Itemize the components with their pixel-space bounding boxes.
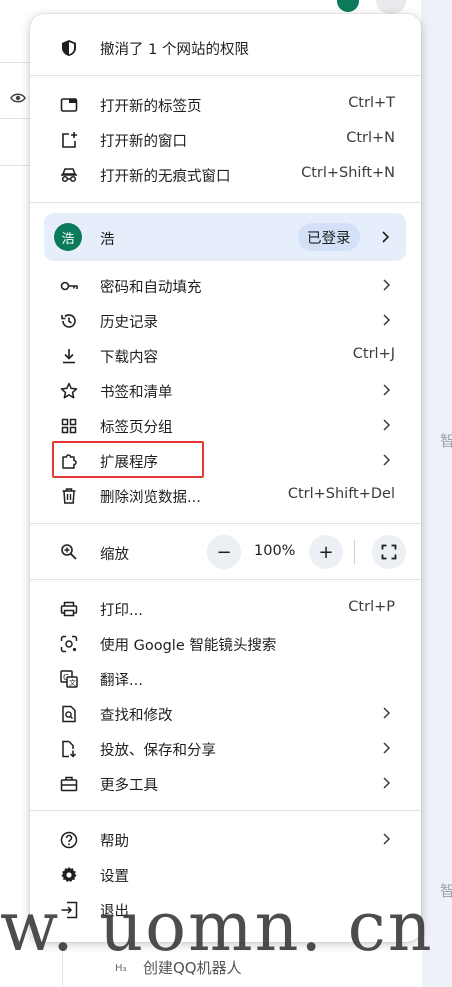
banner-label: 撤消了 1 个网站的权限 (100, 42, 249, 58)
chevron-right-icon (379, 741, 393, 755)
chevron-right-icon (379, 776, 393, 790)
menu-item-google-lens[interactable]: 使用 Google 智能镜头搜索 (30, 626, 421, 661)
menu-item-find-edit[interactable]: 查找和修改 (30, 696, 421, 731)
menu-item-bookmarks[interactable]: 书签和清单 (30, 373, 421, 408)
menu-item-shortcut: Ctrl+N (346, 130, 395, 146)
settings-icon (60, 866, 78, 884)
download-icon (60, 347, 78, 365)
menu-item-label: 下载内容 (100, 350, 158, 366)
menu-item-clear-browsing-data[interactable]: 删除浏览数据... Ctrl+Shift+Del (30, 478, 421, 513)
menu-item-cast-save-share[interactable]: 投放、保存和分享 (30, 731, 421, 766)
menu-item-history[interactable]: 历史记录 (30, 303, 421, 338)
menu-item-passwords[interactable]: 密码和自动填充 (30, 268, 421, 303)
menu-item-label: 打开新的标签页 (100, 99, 202, 115)
menu-item-label: 使用 Google 智能镜头搜索 (100, 638, 277, 654)
menu-item-label: 打开新的无痕式窗口 (100, 169, 231, 185)
menu-item-downloads[interactable]: 下载内容 Ctrl+J (30, 338, 421, 373)
menu-divider (30, 810, 421, 811)
eye-icon[interactable] (10, 92, 26, 104)
shield-icon (60, 39, 78, 57)
menu-item-label: 标签页分组 (100, 420, 173, 436)
browser-main-menu: 撤消了 1 个网站的权限 打开新的标签页 Ctrl+T 打开新的窗口 Ctrl+… (30, 14, 421, 942)
menu-item-label: 翻译... (100, 673, 143, 689)
menu-item-label: 书签和清单 (100, 385, 173, 401)
menu-item-new-tab[interactable]: 打开新的标签页 Ctrl+T (30, 87, 421, 122)
zoom-out-button[interactable]: − (207, 535, 241, 569)
chevron-right-icon (379, 383, 393, 397)
toolbox-icon (60, 775, 78, 793)
menu-item-label: 打印... (100, 603, 143, 619)
background-side-panel (421, 0, 452, 987)
zoom-row: 缩放 − 100% + (30, 534, 421, 570)
chevron-right-icon (379, 418, 393, 432)
menu-item-shortcut: Ctrl+J (352, 346, 395, 362)
chevron-right-icon (378, 230, 392, 244)
menu-divider (30, 579, 421, 580)
incognito-icon (60, 166, 78, 184)
translate-icon: G文 (60, 670, 78, 688)
profile-name: 浩 (100, 232, 115, 248)
background-side-text: 智 (440, 432, 452, 450)
menu-item-label: 投放、保存和分享 (100, 743, 216, 759)
chevron-right-icon (379, 313, 393, 327)
svg-text:文: 文 (69, 678, 76, 687)
zoom-divider (354, 540, 355, 564)
profile-item[interactable]: 浩 浩 已登录 (44, 213, 406, 261)
avatar: 浩 (54, 223, 82, 251)
menu-item-translate[interactable]: G文 翻译... (30, 661, 421, 696)
background-divider (0, 118, 30, 119)
menu-item-shortcut: Ctrl+Shift+N (301, 165, 395, 181)
menu-item-incognito[interactable]: 打开新的无痕式窗口 Ctrl+Shift+N (30, 157, 421, 192)
menu-item-label: 查找和修改 (100, 708, 173, 724)
chevron-right-icon (379, 278, 393, 292)
menu-item-label: 历史记录 (100, 315, 158, 331)
tab-groups-icon (60, 417, 78, 435)
menu-item-more-tools[interactable]: 更多工具 (30, 766, 421, 801)
background-divider (0, 62, 30, 63)
new-window-icon (60, 131, 78, 149)
menu-item-label: 更多工具 (100, 778, 158, 794)
history-icon (60, 312, 78, 330)
zoom-label: 缩放 (100, 547, 129, 563)
find-icon (60, 705, 78, 723)
star-icon (60, 382, 78, 400)
menu-divider (30, 523, 421, 524)
menu-item-label: 打开新的窗口 (100, 134, 187, 150)
menu-item-new-window[interactable]: 打开新的窗口 Ctrl+N (30, 122, 421, 157)
watermark: w. uomn. cn (0, 888, 434, 967)
help-icon (60, 831, 78, 849)
menu-item-label: 密码和自动填充 (100, 280, 202, 296)
menu-divider (30, 75, 421, 76)
chevron-right-icon (379, 453, 393, 467)
fullscreen-icon (381, 544, 397, 560)
menu-item-label: 设置 (100, 869, 129, 885)
menu-item-label: 帮助 (100, 834, 129, 850)
menu-divider (30, 202, 421, 203)
fullscreen-button[interactable] (372, 535, 406, 569)
print-icon (60, 600, 78, 618)
new-tab-icon (60, 96, 78, 114)
menu-item-settings[interactable]: 设置 (30, 857, 421, 892)
trash-icon (60, 487, 78, 505)
permission-revoked-banner[interactable]: 撤消了 1 个网站的权限 (30, 30, 421, 65)
cast-save-share-icon (60, 740, 78, 758)
menu-item-print[interactable]: 打印... Ctrl+P (30, 591, 421, 626)
menu-item-shortcut: Ctrl+P (348, 599, 395, 615)
menu-item-shortcut: Ctrl+Shift+Del (287, 486, 395, 502)
key-icon (60, 277, 78, 295)
menu-item-tab-groups[interactable]: 标签页分组 (30, 408, 421, 443)
annotation-highlight-box (52, 441, 204, 478)
menu-item-shortcut: Ctrl+T (348, 95, 395, 111)
status-badge: 已登录 (298, 223, 360, 251)
zoom-icon (60, 543, 78, 561)
menu-item-help[interactable]: 帮助 (30, 822, 421, 857)
zoom-in-button[interactable]: + (309, 535, 343, 569)
menu-item-label: 删除浏览数据... (100, 490, 201, 506)
chevron-right-icon (379, 706, 393, 720)
zoom-level: 100% (254, 543, 296, 559)
chevron-right-icon (379, 832, 393, 846)
background-divider (0, 165, 30, 166)
lens-icon (60, 635, 78, 653)
